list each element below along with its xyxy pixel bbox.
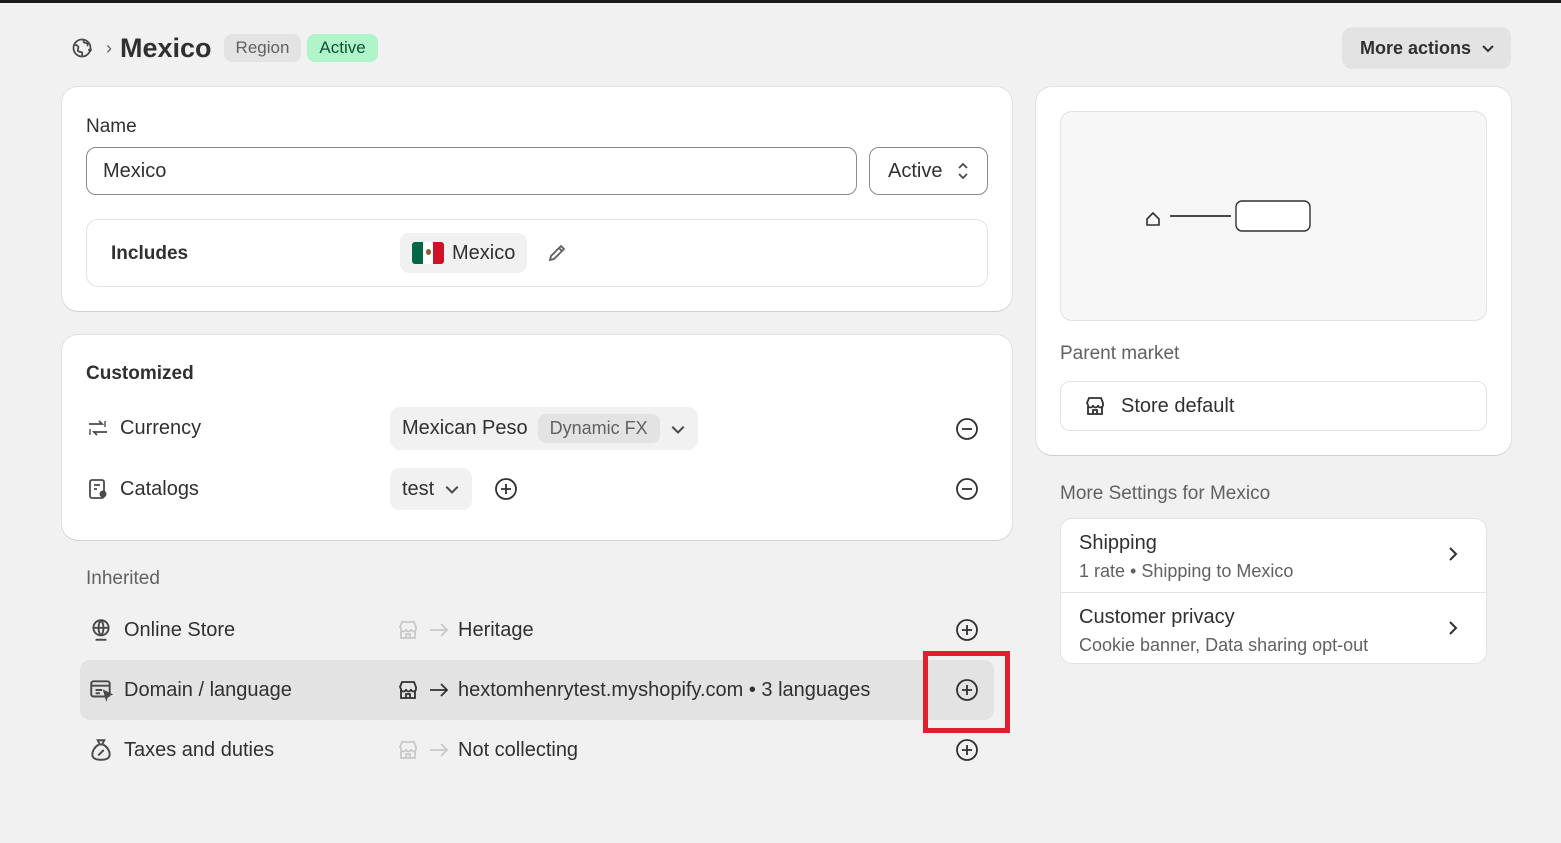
shipping-subtitle: 1 rate • Shipping to Mexico xyxy=(1079,561,1294,581)
markets-globe-icon[interactable] xyxy=(70,35,96,61)
includes-section: Includes Mexico xyxy=(86,219,988,287)
edit-pencil-icon[interactable] xyxy=(546,242,568,269)
page-title: Mexico xyxy=(120,32,212,63)
top-border xyxy=(0,0,1561,3)
money-bag-icon xyxy=(91,739,111,761)
taxes-duties-label: Taxes and duties xyxy=(124,738,275,761)
region-badge: Region xyxy=(223,34,302,62)
status-badge: Active xyxy=(307,34,378,62)
domain-language-value: hextomhenrytest.myshopify.com • 3 langua… xyxy=(458,678,871,701)
settings-item-shipping[interactable]: Shipping 1 rate • Shipping to Mexico xyxy=(1061,519,1486,591)
settings-item-customer-privacy[interactable]: Customer privacy Cookie banner, Data sha… xyxy=(1061,592,1486,664)
name-card: Name Mexico Active Includes Mexico xyxy=(62,87,1012,311)
parent-market-value: Store default xyxy=(1121,394,1235,417)
online-store-value: Heritage xyxy=(458,618,534,641)
name-input[interactable]: Mexico xyxy=(86,147,857,195)
market-hierarchy-card: Parent market Store default xyxy=(1036,87,1511,455)
online-store-label-group: Online Store xyxy=(88,600,235,660)
chevron-down-icon xyxy=(671,425,685,434)
arrow-right-icon xyxy=(430,623,449,637)
remove-catalogs-button[interactable] xyxy=(955,477,979,501)
more-actions-label: More actions xyxy=(1359,37,1471,58)
market-hierarchy-diagram xyxy=(1060,111,1487,321)
hierarchy-graph xyxy=(1146,200,1311,232)
shipping-title: Shipping xyxy=(1079,532,1157,554)
customized-card: Customized Currency Mexican Peso Dynamic… xyxy=(62,335,1012,540)
customer-privacy-subtitle: Cookie banner, Data sharing opt-out xyxy=(1079,635,1369,655)
catalog-icon xyxy=(89,479,107,499)
minus-circle-icon xyxy=(956,418,978,440)
currency-row: Currency xyxy=(86,408,201,448)
country-chip-label: Mexico xyxy=(452,241,516,264)
catalogs-label: Catalogs xyxy=(120,477,199,500)
breadcrumb-chevron-icon: › xyxy=(106,37,112,58)
store-icon xyxy=(399,621,417,639)
customized-title: Customized xyxy=(86,363,194,384)
dynamic-fx-badge: Dynamic FX xyxy=(537,414,660,443)
country-chip-mexico[interactable]: Mexico xyxy=(400,233,528,273)
online-store-label: Online Store xyxy=(124,618,236,641)
add-taxes-duties-button[interactable] xyxy=(955,738,979,762)
chevron-right-icon xyxy=(1449,621,1458,635)
minus-circle-icon xyxy=(956,478,978,500)
currency-select[interactable]: Mexican Peso Dynamic FX xyxy=(390,407,698,450)
market-node xyxy=(1235,200,1311,232)
status-select-value: Active xyxy=(888,159,943,182)
domain-language-label-group: Domain / language xyxy=(88,660,292,720)
home-icon xyxy=(1146,211,1160,226)
chevron-down-icon xyxy=(445,485,459,494)
taxes-duties-label-group: Taxes and duties xyxy=(88,720,274,780)
name-label: Name xyxy=(86,116,137,137)
inherited-title: Inherited xyxy=(86,568,160,589)
plus-circle-icon xyxy=(495,478,517,500)
add-catalog-button[interactable] xyxy=(494,477,518,501)
currency-exchange-icon xyxy=(89,420,107,436)
more-actions-button[interactable]: More actions xyxy=(1341,27,1511,69)
includes-label: Includes xyxy=(111,243,189,264)
inherited-row-domain-language[interactable]: Domain / language hextomhenrytest.myshop… xyxy=(80,660,994,720)
inherited-row-taxes-duties[interactable]: Taxes and duties Not collecting xyxy=(80,720,994,780)
domain-language-value-group: hextomhenrytest.myshopify.com • 3 langua… xyxy=(396,660,870,720)
currency-value: Mexican Peso xyxy=(402,417,528,439)
select-updown-icon xyxy=(958,162,968,180)
remove-currency-button[interactable] xyxy=(955,417,979,441)
customer-privacy-title: Customer privacy xyxy=(1079,606,1235,628)
taxes-duties-value-group: Not collecting xyxy=(396,720,578,780)
more-settings-list: Shipping 1 rate • Shipping to Mexico Cus… xyxy=(1060,518,1487,664)
domain-icon xyxy=(90,680,114,702)
mexico-flag-icon xyxy=(412,242,444,264)
inherited-row-online-store[interactable]: Online Store Heritage xyxy=(80,600,994,660)
store-icon xyxy=(1086,397,1104,415)
catalogs-row: Catalogs xyxy=(86,469,199,509)
online-store-icon xyxy=(92,619,110,641)
taxes-duties-value: Not collecting xyxy=(458,738,579,761)
more-settings-title: More Settings for Mexico xyxy=(1060,483,1271,504)
store-icon xyxy=(399,681,417,699)
chevron-down-icon xyxy=(1482,45,1494,53)
currency-label: Currency xyxy=(120,416,202,439)
highlight-annotation-box xyxy=(923,651,1010,733)
arrow-right-icon xyxy=(430,683,449,697)
parent-market-label: Parent market xyxy=(1060,343,1180,364)
page-header: › Mexico Region Active More actions xyxy=(70,27,1511,69)
online-store-value-group: Heritage xyxy=(396,600,534,660)
arrow-right-icon xyxy=(430,743,449,757)
catalogs-select[interactable]: test xyxy=(390,468,473,510)
chevron-right-icon xyxy=(1449,547,1458,561)
domain-language-label: Domain / language xyxy=(124,678,292,701)
parent-market-link[interactable]: Store default xyxy=(1060,381,1487,431)
status-select[interactable]: Active xyxy=(869,147,988,195)
add-online-store-button[interactable] xyxy=(955,618,979,642)
store-icon xyxy=(399,741,417,759)
catalogs-value: test xyxy=(402,477,435,500)
